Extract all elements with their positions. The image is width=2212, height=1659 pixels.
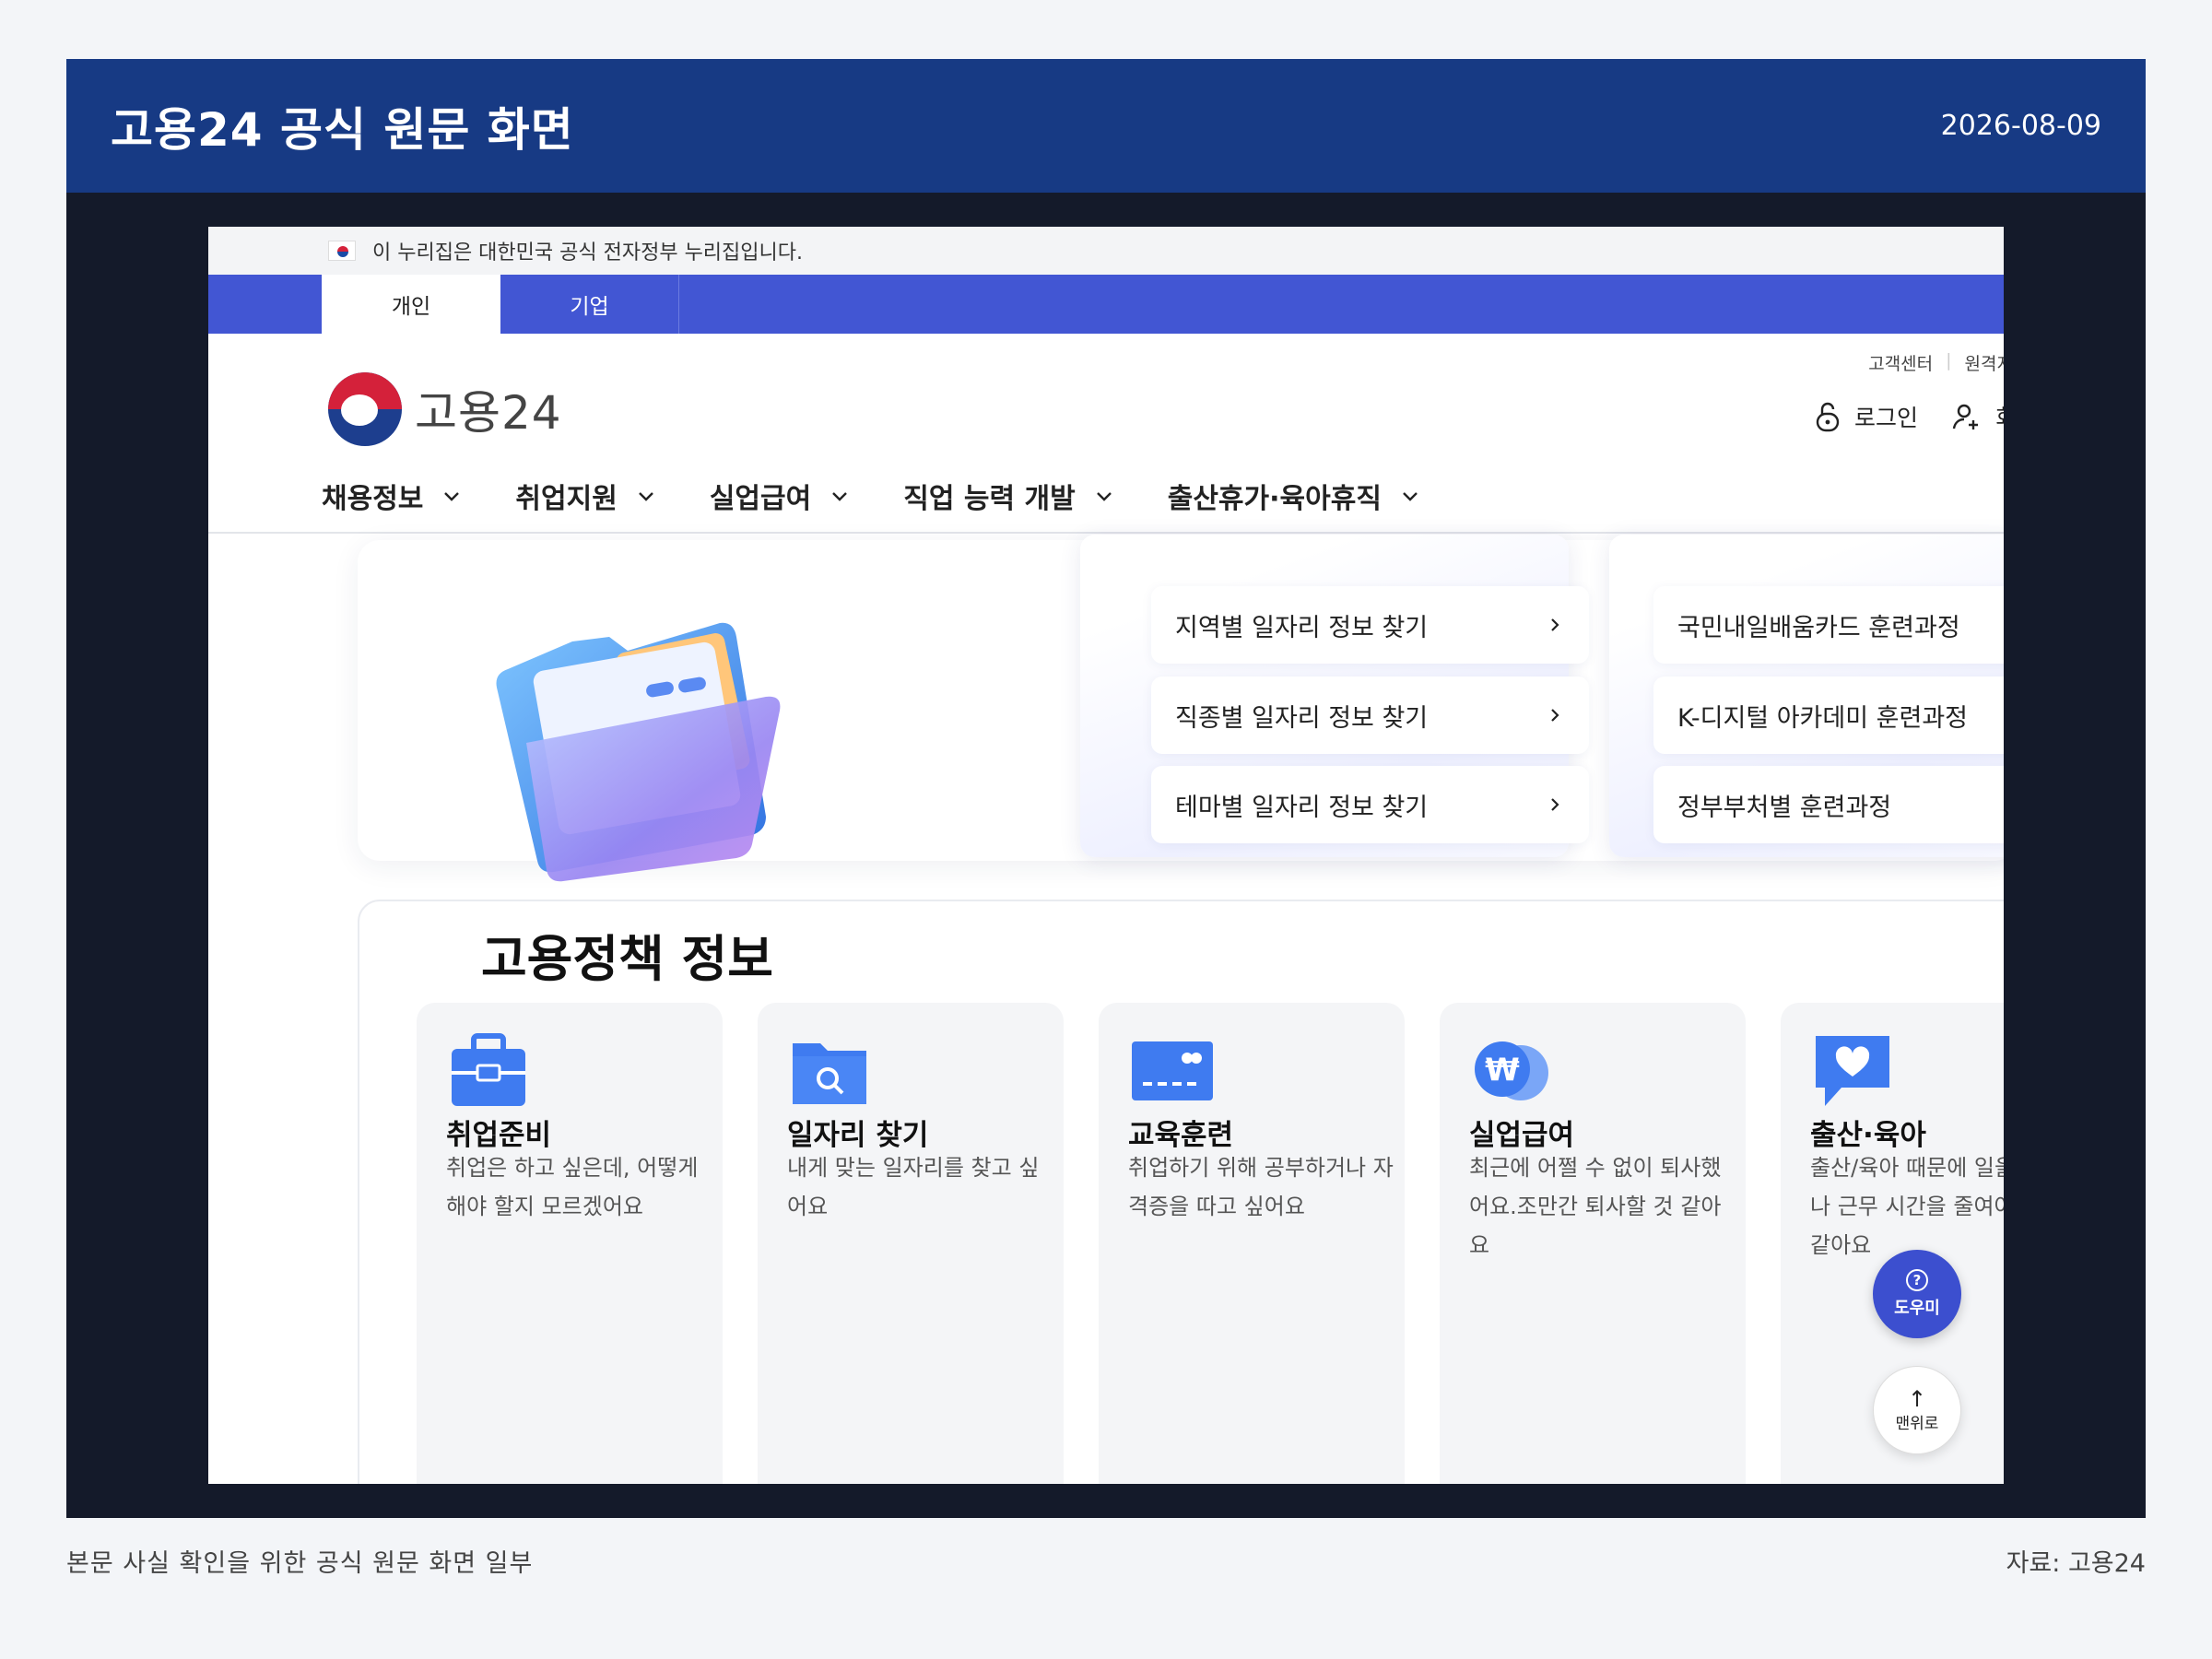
banner-date: 2026-08-09 — [1940, 110, 2101, 142]
chevron-down-icon — [832, 492, 848, 501]
training-link-kdigital[interactable]: K-디지털 아카데미 훈련과정 — [1653, 677, 2004, 754]
audience-tabbar: 개인 기업 — [208, 275, 2004, 334]
policy-card-title: 일자리 찾기 — [787, 1119, 929, 1152]
nav-item-parental-leave[interactable]: 출산휴가·육아휴직 — [1168, 476, 1420, 516]
folder-search-icon — [793, 1043, 866, 1104]
won-coin-icon: ₩ — [1475, 1041, 1548, 1100]
logo-text: 고용24 — [415, 386, 562, 440]
tab-personal[interactable]: 개인 — [322, 275, 500, 334]
link-label: 지역별 일자리 정보 찾기 — [1175, 613, 1429, 642]
chevron-down-icon — [1096, 492, 1112, 501]
chevron-right-icon — [1551, 798, 1559, 811]
remote-support-link[interactable]: 원격지 — [1965, 350, 2004, 375]
taegeuk-logo-icon — [328, 372, 402, 446]
gov-notice-bar: 이 누리집은 대한민국 공식 전자정부 누리집입니다. — [208, 227, 2004, 275]
figure-caption: 본문 사실 확인을 위한 공식 원문 화면 일부 — [66, 1549, 534, 1578]
banner-title: 고용24 공식 원문 화면 — [111, 102, 574, 157]
top-label: 맨위로 — [1895, 1414, 1939, 1433]
job-link-occupation[interactable]: 직종별 일자리 정보 찾기 — [1151, 677, 1589, 754]
nav-label: 직업 능력 개발 — [903, 483, 1076, 515]
utility-links: 고객센터 | 원격지 — [1868, 350, 2004, 375]
policy-title: 고용정책 정보 — [481, 930, 773, 988]
policy-card-desc: 출산/육아 때문에 일을 쉬거나 근무 시간을 줄여야 할 것 같아요 — [1810, 1155, 2004, 1258]
card-icon — [1132, 1041, 1213, 1100]
question-icon: ? — [1906, 1269, 1928, 1291]
job-link-region[interactable]: 지역별 일자리 정보 찾기 — [1151, 586, 1589, 664]
nav-item-skills[interactable]: 직업 능력 개발 — [903, 476, 1114, 516]
chevron-down-icon — [444, 492, 460, 501]
nav-item-employment-support[interactable]: 취업지원 — [515, 476, 655, 516]
website-screenshot: 이 누리집은 대한민국 공식 전자정부 누리집입니다. 개인 기업 고객센터 |… — [208, 227, 2004, 1484]
help-label: 도우미 — [1894, 1299, 1940, 1318]
link-label: 직종별 일자리 정보 찾기 — [1175, 703, 1429, 733]
site-logo[interactable]: 고용24 — [328, 372, 562, 446]
policy-card-title: 취업준비 — [446, 1119, 552, 1152]
policy-card-desc: 취업하기 위해 공부하거나 자격증을 따고 싶어요 — [1128, 1155, 1394, 1219]
gov-notice-text: 이 누리집은 대한민국 공식 전자정부 누리집입니다. — [372, 241, 804, 265]
screenshot-frame: 이 누리집은 대한민국 공식 전자정부 누리집입니다. 개인 기업 고객센터 |… — [66, 193, 2146, 1518]
chevron-right-icon — [1551, 618, 1559, 631]
signup-link[interactable]: 회 — [1995, 400, 2004, 433]
link-label: 테마별 일자리 정보 찾기 — [1175, 793, 1429, 822]
nav-label: 출산휴가·육아휴직 — [1167, 483, 1382, 515]
policy-card-desc: 취업은 하고 싶은데, 어떻게 해야 할지 모르겠어요 — [446, 1155, 699, 1219]
nav-item-unemployment-benefit[interactable]: 실업급여 — [710, 476, 850, 516]
svg-text:₩: ₩ — [1485, 1052, 1520, 1088]
arrow-up-icon: ↑ — [1907, 1385, 1927, 1412]
job-link-theme[interactable]: 테마별 일자리 정보 찾기 — [1151, 766, 1589, 843]
customer-center-link[interactable]: 고객센터 — [1868, 350, 1933, 375]
help-button[interactable]: ? 도우미 — [1873, 1250, 1961, 1338]
briefcase-icon — [452, 1033, 525, 1106]
page-banner: 고용24 공식 원문 화면 2026-08-09 — [66, 59, 2146, 193]
nav-item-jobs[interactable]: 채용정보 — [322, 476, 462, 516]
back-to-top-button[interactable]: ↑ 맨위로 — [1873, 1366, 1961, 1454]
policy-card-title: 출산·육아 — [1810, 1119, 1926, 1152]
add-user-icon — [1952, 404, 1979, 429]
link-label: K-디지털 아카데미 훈련과정 — [1677, 703, 1969, 733]
nav-label: 실업급여 — [709, 483, 812, 515]
policy-card-desc: 최근에 어쩔 수 없이 퇴사했어요.조만간 퇴사할 것 같아요 — [1469, 1155, 1722, 1258]
chevron-down-icon — [1403, 492, 1418, 501]
login-link[interactable]: 로그인 — [1854, 400, 1918, 433]
link-label: 정부부처별 훈련과정 — [1677, 793, 1892, 822]
heart-chat-icon — [1816, 1036, 1889, 1106]
policy-card-title: 교육훈련 — [1128, 1119, 1234, 1152]
chevron-right-icon — [1551, 709, 1559, 722]
utility-divider: | — [1946, 350, 1952, 371]
policy-card-desc: 내게 맞는 일자리를 찾고 싶어요 — [787, 1155, 1040, 1219]
korea-flag-icon — [328, 241, 356, 261]
main-nav: 채용정보 취업지원 실업급여 직업 능력 개발 출산휴가·육아휴직 — [322, 476, 1420, 516]
chevron-down-icon — [638, 492, 653, 501]
policy-card-title: 실업급여 — [1469, 1119, 1575, 1152]
nav-divider — [208, 532, 2004, 534]
lock-icon — [1816, 402, 1840, 432]
nav-label: 채용정보 — [322, 483, 424, 515]
nav-label: 취업지원 — [515, 483, 618, 515]
folder-illustration-icon — [496, 622, 781, 882]
training-link-card[interactable]: 국민내일배움카드 훈련과정 — [1653, 586, 2004, 664]
training-link-ministry[interactable]: 정부부처별 훈련과정 — [1653, 766, 2004, 843]
figure-source: 자료: 고용24 — [2006, 1549, 2146, 1578]
link-label: 국민내일배움카드 훈련과정 — [1677, 613, 1960, 642]
tab-business[interactable]: 기업 — [500, 275, 679, 334]
account-actions: 로그인 회 — [1814, 400, 2004, 433]
